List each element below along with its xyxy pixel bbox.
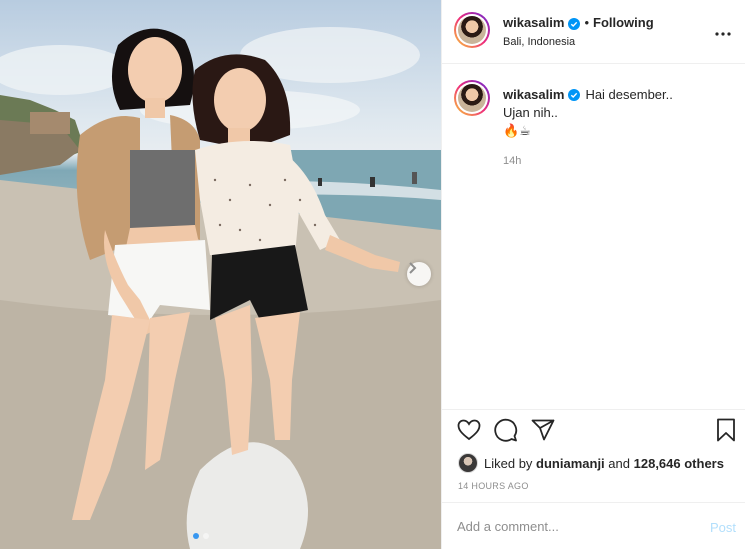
- post-location[interactable]: Bali, Indonesia: [503, 36, 654, 48]
- post-header: wikasalim • Following Bali, Indonesia: [442, 0, 745, 64]
- share-button[interactable]: [530, 419, 555, 446]
- post-caption: wikasalim Hai desember.. Ujan nih.. 🔥☕ 1…: [454, 80, 734, 167]
- caption-line-2: Ujan nih..: [503, 105, 558, 120]
- following-button[interactable]: Following: [593, 15, 654, 30]
- post-comment-button[interactable]: Post: [710, 520, 736, 535]
- post-timestamp[interactable]: 14 HOURS AGO: [458, 481, 529, 491]
- verified-badge-icon: [568, 17, 581, 30]
- bookmark-icon: [716, 418, 736, 447]
- comment-input[interactable]: [457, 519, 687, 534]
- caption-emoji: 🔥☕: [503, 123, 531, 138]
- paper-plane-icon: [531, 419, 555, 446]
- liker-avatar[interactable]: [458, 453, 478, 473]
- likes-count[interactable]: 128,646 others: [634, 456, 724, 471]
- beach-photo-illustration: [0, 27, 441, 549]
- author-username[interactable]: wikasalim: [503, 15, 564, 30]
- caption-username[interactable]: wikasalim: [503, 87, 564, 103]
- heart-icon: [457, 419, 481, 446]
- caption-text: Hai desember..: [585, 87, 673, 102]
- carousel-dot-active: [193, 533, 199, 539]
- carousel-dot: [203, 533, 209, 539]
- header-separator: •: [584, 15, 589, 30]
- caption-time[interactable]: 14h: [503, 153, 673, 169]
- verified-badge-icon: [568, 89, 581, 101]
- post-actions: Liked by duniamanji and 128,646 others 1…: [442, 409, 745, 549]
- carousel-next-button[interactable]: [407, 262, 431, 286]
- caption-author-avatar[interactable]: [454, 80, 490, 116]
- carousel-indicator: [193, 533, 209, 539]
- comment-button[interactable]: [493, 418, 518, 447]
- comment-icon: [493, 418, 518, 447]
- comment-form: Post: [442, 502, 745, 549]
- post-side-panel: wikasalim • Following Bali, Indonesia wi…: [441, 0, 745, 549]
- like-button[interactable]: [456, 419, 481, 446]
- more-options-icon: [715, 23, 731, 41]
- likes-prefix: Liked by: [484, 455, 533, 471]
- liker-username[interactable]: duniamanji: [536, 456, 605, 471]
- likes-conjunction: and: [608, 455, 630, 471]
- author-avatar[interactable]: [454, 12, 490, 48]
- likes-summary: Liked by duniamanji and 128,646 others: [458, 453, 724, 473]
- save-button[interactable]: [713, 418, 738, 447]
- post-photo[interactable]: [0, 0, 441, 549]
- more-options-button[interactable]: [713, 24, 733, 40]
